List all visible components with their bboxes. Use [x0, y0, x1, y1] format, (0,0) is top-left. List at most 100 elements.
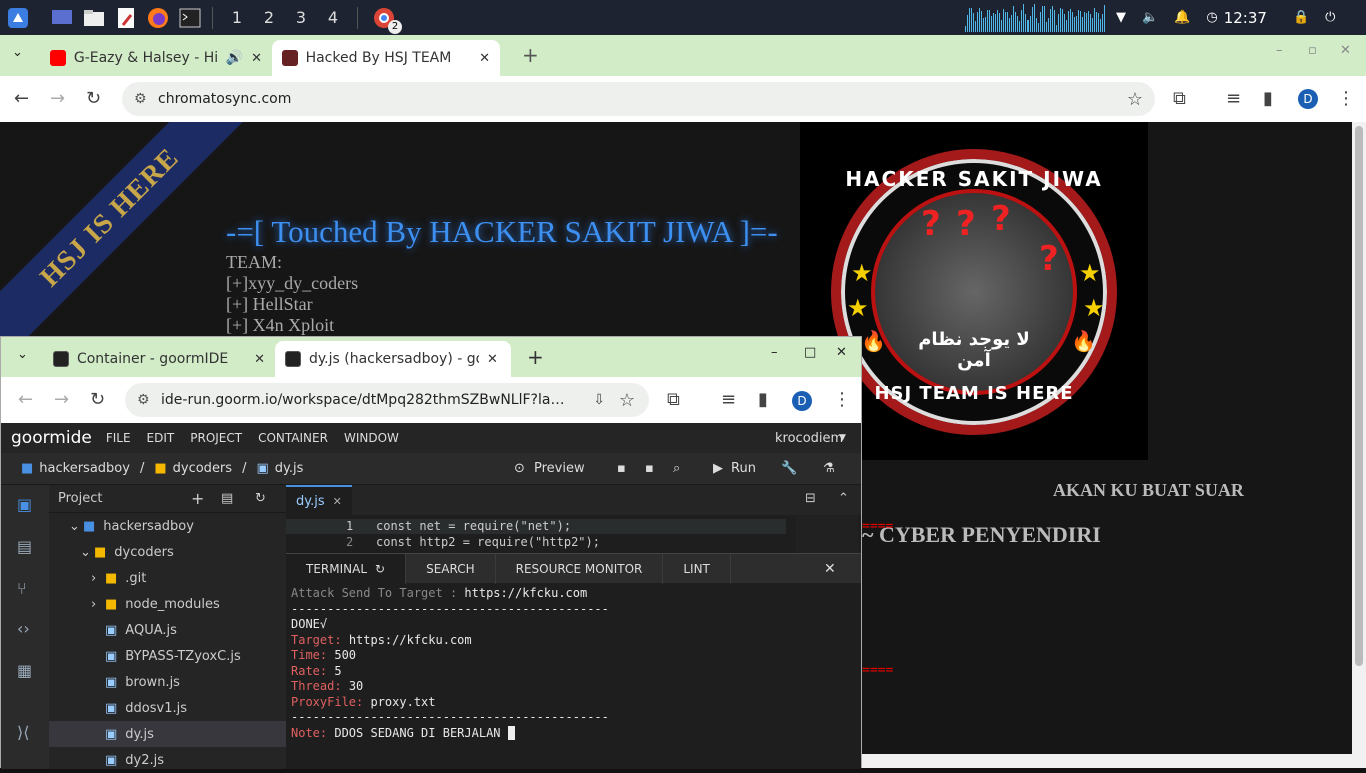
app-menu-icon[interactable]	[4, 4, 32, 32]
tab-search[interactable]: SEARCH	[406, 553, 496, 584]
install-app-icon[interactable]: ⇩	[593, 392, 605, 408]
power-icon[interactable]: ⏻	[1325, 10, 1335, 25]
code-view[interactable]: 1 const net = require("net"); 2 const ht…	[286, 515, 861, 553]
tree-item[interactable]: ⌄ ■ hackersadboy	[49, 513, 286, 539]
tree-item[interactable]: ▣ ddosv1.js	[49, 695, 286, 721]
preview-icon[interactable]: ⊙	[514, 461, 525, 476]
terminal-output[interactable]: Attack Send To Target : https://kfcku.co…	[286, 583, 861, 769]
menu-file[interactable]: FILE	[106, 431, 131, 445]
address-bar[interactable]: ⚙ chromatosync.com ☆	[122, 82, 1155, 116]
tab-resource-monitor[interactable]: RESOURCE MONITOR	[496, 553, 664, 584]
save-all-icon[interactable]: ▪	[645, 461, 654, 476]
menu-icon[interactable]: ⋮	[1337, 88, 1355, 109]
close-icon[interactable]: ✕	[487, 352, 498, 367]
tree-item[interactable]: ▣ brown.js	[49, 669, 286, 695]
collapse-up-icon[interactable]: ⌃	[838, 491, 849, 506]
address-bar[interactable]: ⚙ ide-run.goorm.io/workspace/dtMpq282thm…	[125, 383, 649, 417]
workspace-4[interactable]: 4	[317, 8, 349, 27]
media-control-icon[interactable]: ≡	[1226, 88, 1241, 109]
chevron-icon[interactable]: ›	[91, 571, 105, 586]
vscode-icon[interactable]: ⟩⟨	[17, 723, 29, 742]
bell-icon[interactable]: 🔔	[1174, 10, 1190, 25]
tab-lint[interactable]: LINT	[663, 553, 731, 584]
workspace-1[interactable]: 1	[221, 8, 253, 27]
volume-icon[interactable]: 🔈	[1142, 10, 1158, 25]
profile-avatar[interactable]: D	[1298, 89, 1318, 109]
files-icon[interactable]	[80, 4, 108, 32]
search-icon[interactable]: ⌕	[673, 461, 680, 476]
collapse-icon[interactable]: ▤	[221, 491, 233, 506]
close-icon[interactable]: ✕	[824, 561, 836, 577]
back-icon[interactable]: ←	[14, 88, 29, 109]
refresh-icon[interactable]: ↻	[255, 491, 266, 506]
forward-icon[interactable]: →	[50, 88, 65, 109]
chevron-icon[interactable]: ›	[91, 597, 105, 612]
reload-icon[interactable]: ↻	[86, 88, 101, 109]
close-window-icon[interactable]: ✕	[836, 345, 847, 360]
tab-hsj[interactable]: Hacked By HSJ TEAM ✕	[272, 40, 500, 76]
back-icon[interactable]: ←	[18, 389, 33, 410]
audio-playing-icon[interactable]: 🔊	[226, 50, 243, 66]
editor-tab[interactable]: dy.js ✕	[286, 485, 352, 515]
tree-item[interactable]: ▣ AQUA.js	[49, 617, 286, 643]
wifi-icon[interactable]: ▼	[1116, 10, 1126, 25]
close-window-icon[interactable]: ✕	[1340, 43, 1351, 58]
code-icon[interactable]: ‹›	[17, 619, 30, 638]
outline-icon[interactable]: ▤	[17, 537, 32, 556]
run-icon[interactable]: ▶	[713, 461, 723, 476]
minimap[interactable]	[796, 515, 858, 553]
preview-button[interactable]: Preview	[534, 461, 585, 476]
build-icon[interactable]: 🔧	[781, 461, 797, 476]
refresh-icon[interactable]: ↻	[375, 562, 385, 576]
tab-dyjs[interactable]: dy.js (hackersadboy) - go ✕	[275, 341, 511, 377]
menu-container[interactable]: CONTAINER	[258, 431, 328, 445]
close-icon[interactable]: ✕	[251, 51, 262, 66]
bookmark-star-icon[interactable]: ☆	[1127, 89, 1143, 110]
tree-item[interactable]: ⌄ ■ dycoders	[49, 539, 286, 565]
add-icon[interactable]: +	[191, 489, 204, 508]
save-icon[interactable]: ▪	[617, 461, 626, 476]
site-info-icon[interactable]: ⚙	[137, 392, 150, 408]
chevron-icon[interactable]: ⌄	[80, 545, 94, 560]
maximize-icon[interactable]: □	[804, 345, 816, 360]
git-icon[interactable]: ⑂	[17, 579, 27, 598]
tree-item[interactable]: ▣ BYPASS-TZyoxC.js	[49, 643, 286, 669]
reload-icon[interactable]: ↻	[90, 389, 105, 410]
minimize-icon[interactable]: –	[1276, 43, 1283, 58]
workspace-2[interactable]: 2	[253, 8, 285, 27]
minimize-icon[interactable]: –	[771, 345, 778, 360]
menu-icon[interactable]: ⋮	[833, 389, 851, 410]
tab-terminal[interactable]: TERMINAL ↻	[286, 553, 407, 584]
text-editor-icon[interactable]	[112, 4, 140, 32]
lock-icon[interactable]: 🔒	[1293, 10, 1309, 25]
side-panel-icon[interactable]: ▮	[758, 389, 768, 410]
chrome-icon[interactable]: 2	[370, 4, 402, 34]
media-control-icon[interactable]: ≡	[721, 389, 736, 410]
breadcrumb-item[interactable]: dycoders	[173, 461, 232, 476]
tab-search-button[interactable]: ⌄	[12, 45, 23, 60]
tab-search-button[interactable]: ⌄	[17, 347, 28, 362]
maximize-icon[interactable]: ▫	[1308, 43, 1317, 58]
split-view-icon[interactable]: ⊟	[805, 491, 816, 506]
chevron-down-icon[interactable]: ▼	[839, 433, 846, 443]
close-icon[interactable]: ✕	[333, 495, 342, 508]
close-icon[interactable]: ✕	[254, 352, 265, 367]
terminal-icon[interactable]	[176, 4, 204, 32]
tab-container[interactable]: Container - goormIDE ✕	[43, 341, 275, 377]
forward-icon[interactable]: →	[54, 389, 69, 410]
new-tab-button[interactable]: +	[527, 345, 544, 369]
tree-item[interactable]: › ■ node_modules	[49, 591, 286, 617]
side-panel-icon[interactable]: ▮	[1263, 88, 1273, 109]
profile-avatar[interactable]: D	[792, 391, 812, 411]
menu-edit[interactable]: EDIT	[147, 431, 175, 445]
project-explorer-icon[interactable]: ▣	[17, 495, 32, 514]
tree-item[interactable]: ▣ dy.js	[49, 721, 286, 747]
clock[interactable]: 12:37	[1224, 9, 1267, 27]
workspace-3[interactable]: 3	[285, 8, 317, 27]
bookmark-star-icon[interactable]: ☆	[619, 390, 635, 411]
tab-youtube[interactable]: G-Eazy & Halsey - Him 🔊 ✕	[40, 40, 272, 76]
test-icon[interactable]: ⚗	[823, 461, 835, 476]
ide-logo[interactable]: goormide	[11, 428, 92, 448]
firefox-icon[interactable]	[144, 4, 172, 32]
site-info-icon[interactable]: ⚙	[134, 91, 147, 107]
